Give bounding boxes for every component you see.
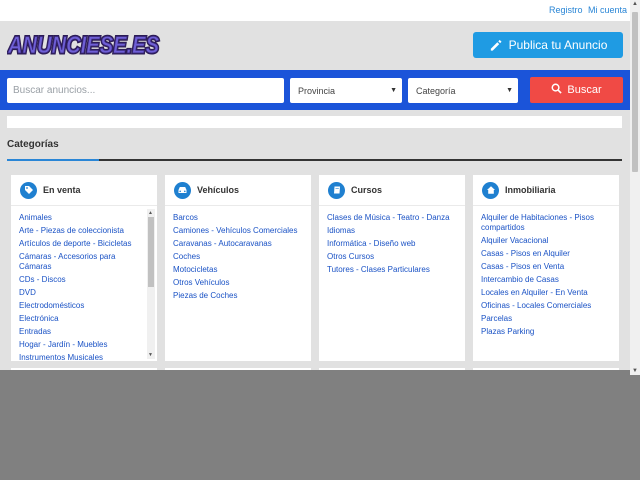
category-card-inmobiliaria: Inmobiliaria Alquiler de Habitaciones - … (473, 175, 619, 361)
tag-icon (20, 181, 37, 199)
category-link[interactable]: Parcelas (481, 314, 609, 324)
scroll-down-icon[interactable]: ▼ (148, 352, 153, 358)
category-card (165, 368, 311, 370)
page: Registro Mi cuenta ANUNCIESE.ES ANUNCIES… (0, 0, 630, 370)
category-link[interactable]: Electrodomésticos (19, 301, 147, 311)
top-bar: Registro Mi cuenta (0, 0, 630, 21)
category-link[interactable]: Casas - Pisos en Alquiler (481, 249, 609, 259)
category-card (473, 368, 619, 370)
category-link[interactable]: Alquiler de Habitaciones - Pisos compart… (481, 213, 609, 232)
card-header[interactable]: En venta (11, 175, 157, 205)
scrollbar-thumb[interactable] (148, 217, 154, 287)
search-bar: Provincia ▼ Categoría ▼ Buscar (0, 70, 630, 110)
scroll-up-icon[interactable]: ▲ (148, 210, 153, 216)
card-scrollbar[interactable]: ▲ ▼ (147, 209, 155, 359)
register-link[interactable]: Registro (549, 5, 583, 15)
card-title: En venta (43, 185, 81, 195)
card-title: Cursos (351, 185, 383, 195)
category-link[interactable]: Arte - Piezas de coleccionista (19, 226, 147, 236)
site-logo[interactable]: ANUNCIESE.ES ANUNCIESE.ES (7, 32, 162, 57)
category-link[interactable]: Coches (173, 252, 301, 262)
card-header[interactable]: Cursos (319, 175, 465, 205)
category-link[interactable]: Otros Vehículos (173, 278, 301, 288)
category-card (11, 368, 157, 370)
svg-text:ANUNCIESE.ES: ANUNCIESE.ES (7, 32, 159, 57)
category-link[interactable]: Motocicletas (173, 265, 301, 275)
heading-underline (7, 159, 99, 161)
divider (319, 205, 465, 206)
scroll-up-icon[interactable]: ▲ (632, 1, 638, 7)
category-link[interactable]: Alquiler Vacacional (481, 236, 609, 246)
card-title: Inmobiliaria (505, 185, 556, 195)
divider (11, 205, 157, 206)
search-icon (551, 83, 563, 97)
category-link[interactable]: Tutores - Clases Particulares (327, 265, 455, 275)
category-link[interactable]: Piezas de Coches (173, 291, 301, 301)
home-icon (482, 181, 499, 199)
province-select-value: Provincia (298, 85, 336, 96)
pencil-icon (489, 39, 502, 52)
category-link[interactable]: Plazas Parking (481, 327, 609, 337)
category-link[interactable]: Electrónica (19, 314, 147, 324)
category-list: Alquiler de Habitaciones - Pisos compart… (481, 213, 609, 361)
publish-ad-label: Publica tu Anuncio (508, 38, 608, 52)
search-button-label: Buscar (567, 84, 602, 96)
caret-down-icon: ▼ (506, 87, 513, 94)
category-card (319, 368, 465, 370)
category-link[interactable]: Locales en Alquiler - En Venta (481, 288, 609, 298)
notice-bar (7, 116, 622, 128)
category-link[interactable]: Intercambio de Casas (481, 275, 609, 285)
province-select[interactable]: Provincia ▼ (290, 78, 402, 103)
car-icon (174, 181, 191, 199)
search-button[interactable]: Buscar (530, 77, 623, 103)
category-link[interactable]: Oficinas - Locales Comerciales (481, 301, 609, 311)
category-link[interactable]: Barcos (173, 213, 301, 223)
category-link[interactable]: Cámaras - Accesorios para Cámaras (19, 252, 147, 271)
divider (7, 159, 622, 161)
book-icon (328, 181, 345, 199)
category-card-cursos: Cursos Clases de Música - Teatro - Danza… (319, 175, 465, 361)
category-link[interactable]: CDs - Discos (19, 275, 147, 285)
category-link[interactable]: Hogar - Jardín - Muebles (19, 340, 147, 350)
card-header[interactable]: Vehículos (165, 175, 311, 205)
category-link[interactable]: Otros Cursos (327, 252, 455, 262)
categories-heading: Categorías (7, 139, 59, 150)
card-title: Vehículos (197, 185, 240, 195)
my-account-link[interactable]: Mi cuenta (588, 5, 627, 15)
category-select-value: Categoría (416, 85, 456, 96)
card-header[interactable]: Inmobiliaria (473, 175, 619, 205)
page-scrollbar[interactable]: ▲ ▼ (630, 0, 640, 375)
category-link[interactable]: Clases de Música - Teatro - Danza (327, 213, 455, 223)
divider (165, 205, 311, 206)
category-link[interactable]: DVD (19, 288, 147, 298)
category-link[interactable]: Instrumentos Musicales (19, 353, 147, 362)
category-list: Clases de Música - Teatro - Danza Idiomas… (327, 213, 455, 361)
caret-down-icon: ▼ (390, 87, 397, 94)
category-list: Animales Arte - Piezas de coleccionista Ar… (19, 213, 147, 361)
category-link[interactable]: Animales (19, 213, 147, 223)
category-link[interactable]: Idiomas (327, 226, 455, 236)
divider (473, 205, 619, 206)
category-card-vehiculos: Vehículos Barcos Camiones - Vehículos Com… (165, 175, 311, 361)
scroll-down-icon[interactable]: ▼ (632, 368, 638, 374)
search-input[interactable] (7, 78, 284, 103)
category-link[interactable]: Casas - Pisos en Venta (481, 262, 609, 272)
category-link[interactable]: Camiones - Vehículos Comerciales (173, 226, 301, 236)
category-card-en-venta: En venta Animales Arte - Piezas de colecc… (11, 175, 157, 361)
category-list: Barcos Camiones - Vehículos Comerciales Ca… (173, 213, 301, 361)
category-link[interactable]: Caravanas - Autocaravanas (173, 239, 301, 249)
category-select[interactable]: Categoría ▼ (408, 78, 518, 103)
publish-ad-button[interactable]: Publica tu Anuncio (473, 32, 623, 58)
category-link[interactable]: Artículos de deporte - Bicicletas (19, 239, 147, 249)
scrollbar-thumb[interactable] (632, 12, 638, 172)
category-link[interactable]: Informática - Diseño web (327, 239, 455, 249)
category-link[interactable]: Entradas (19, 327, 147, 337)
